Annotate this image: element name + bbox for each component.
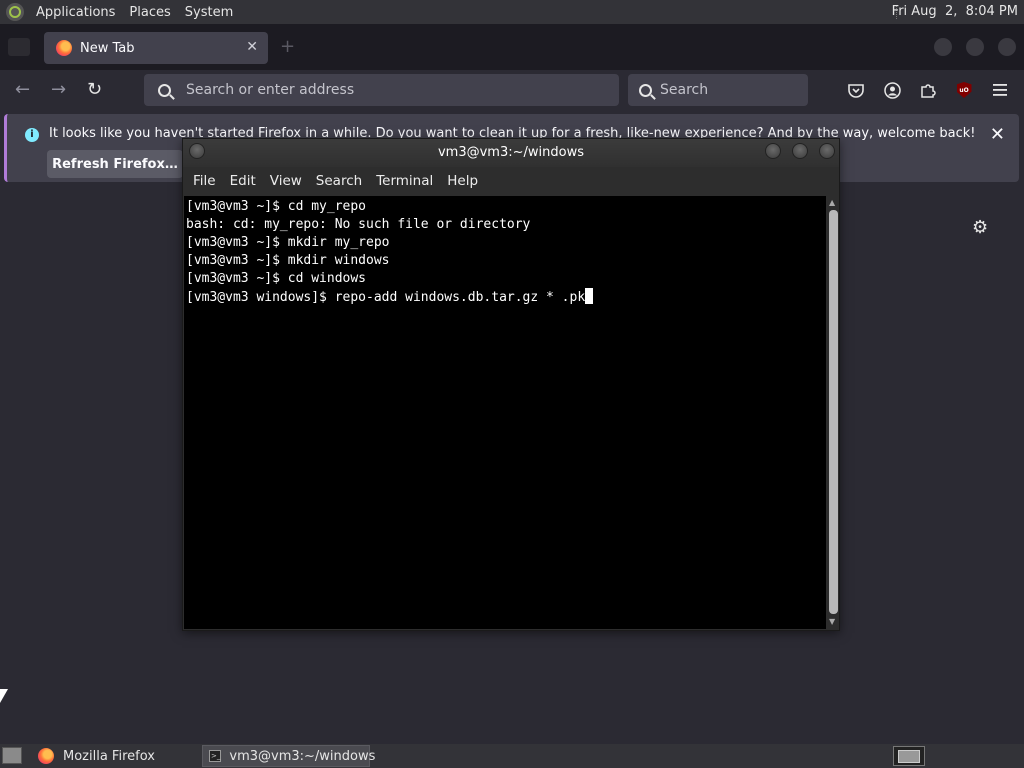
hamburger-menu-icon[interactable] [990,80,1010,100]
text-cursor [585,288,594,304]
extensions-icon[interactable] [918,80,938,100]
menu-system[interactable]: System [183,5,235,20]
taskbar-label: vm3@vm3:~/windows [229,748,376,764]
terminal-line: [vm3@vm3 ~]$ cd my_repo [186,199,367,214]
terminal-line: bash: cd: my_repo: No such file or direc… [186,217,531,232]
info-icon: i [25,128,39,142]
terminal-window: vm3@vm3:~/windows File Edit View Search … [182,138,840,631]
terminal-line: [vm3@vm3 ~]$ mkdir my_repo [186,235,390,250]
nav-bar: ← → ↻ Search or enter address Search uO [0,70,1024,112]
terminal-prompt-line[interactable]: [vm3@vm3 windows]$ repo-add windows.db.t… [186,288,826,307]
bottom-panel: Mozilla Firefox >_ vm3@vm3:~/windows [0,744,1024,768]
window-menu-icon[interactable] [8,38,30,56]
show-desktop-icon[interactable] [2,747,22,764]
search-icon [158,83,171,97]
distro-logo-icon[interactable] [6,3,24,21]
back-button[interactable]: ← [15,80,30,100]
reload-button[interactable]: ↻ [87,80,102,100]
terminal-close-button[interactable] [819,143,835,159]
mouse-pointer-icon [0,689,8,703]
scroll-up-icon[interactable]: ▲ [829,198,835,207]
firefox-icon [38,748,54,764]
notification-close-icon[interactable]: ✕ [990,124,1005,145]
terminal-scrollbar[interactable]: ▲ ▼ [827,196,839,629]
taskbar-terminal[interactable]: >_ vm3@vm3:~/windows [202,745,375,767]
terminal-icon: >_ [209,750,222,762]
account-icon[interactable] [882,80,902,100]
terminal-menu-help[interactable]: Help [447,173,478,189]
refresh-firefox-button[interactable]: Refresh Firefox… [47,150,183,178]
search-icon [639,83,652,97]
terminal-menu-file[interactable]: File [193,173,216,189]
forward-button[interactable]: → [51,80,66,100]
menu-places[interactable]: Places [127,5,172,20]
clock[interactable]: Fri Aug 2, 8:04 PM [892,4,1018,19]
settings-gear-icon[interactable]: ⚙ [972,217,988,238]
terminal-current-command: [vm3@vm3 windows]$ repo-add windows.db.t… [186,290,586,305]
terminal-menu-terminal[interactable]: Terminal [376,173,433,189]
terminal-menu-search[interactable]: Search [316,173,362,189]
search-placeholder: Search [660,82,709,98]
tab-title: New Tab [80,40,135,56]
terminal-maximize-button[interactable] [792,143,808,159]
scrollbar-thumb[interactable] [829,210,838,614]
minimize-button[interactable] [934,38,952,56]
close-window-button[interactable] [998,38,1016,56]
tab-close-icon[interactable]: ✕ [246,39,258,55]
menu-applications[interactable]: Applications [34,5,117,20]
taskbar-label: Mozilla Firefox [63,748,155,764]
terminal-menubar: File Edit View Search Terminal Help [183,167,839,195]
maximize-button[interactable] [966,38,984,56]
search-bar[interactable]: Search [628,74,808,106]
terminal-menu-edit[interactable]: Edit [230,173,256,189]
terminal-output[interactable]: [vm3@vm3 ~]$ cd my_repo bash: cd: my_rep… [184,196,826,629]
address-bar[interactable]: Search or enter address [144,74,619,106]
firefox-icon [56,40,72,56]
terminal-title: vm3@vm3:~/windows [437,145,584,160]
top-panel: Applications Places System Fri Aug 2, 8:… [0,0,1024,24]
desktop: Applications Places System Fri Aug 2, 8:… [0,0,1024,768]
terminal-minimize-button[interactable] [765,143,781,159]
taskbar-firefox[interactable]: Mozilla Firefox [34,745,198,767]
terminal-titlebar[interactable]: vm3@vm3:~/windows [183,139,839,167]
terminal-line: [vm3@vm3 ~]$ mkdir windows [186,253,390,268]
scroll-down-icon[interactable]: ▼ [829,617,835,626]
new-tab-button[interactable]: + [280,36,295,57]
tab-bar: New Tab ✕ + [0,24,1024,70]
address-placeholder: Search or enter address [186,82,355,98]
workspace-switcher[interactable] [893,746,925,766]
terminal-menu-view[interactable]: View [270,173,302,189]
terminal-line: [vm3@vm3 ~]$ cd windows [186,271,367,286]
ublock-origin-icon[interactable]: uO [954,80,974,100]
tab-new-tab[interactable]: New Tab ✕ [44,32,268,64]
pocket-icon[interactable] [846,80,866,100]
